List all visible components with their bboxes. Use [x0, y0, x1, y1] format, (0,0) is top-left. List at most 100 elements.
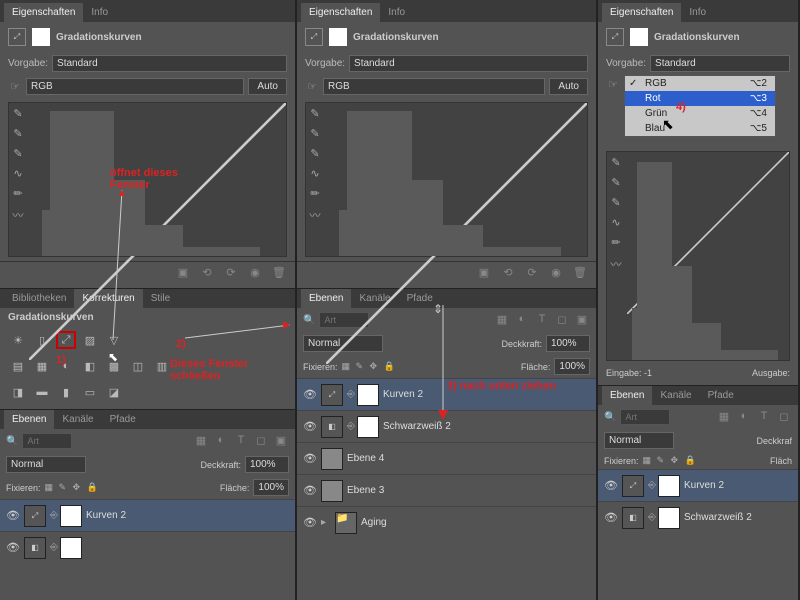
- invert-icon[interactable]: ◨: [8, 383, 28, 401]
- brightness-icon[interactable]: ☀: [8, 331, 28, 349]
- channel-dropdown[interactable]: RGB: [26, 78, 244, 95]
- visibility-toggle[interactable]: 👁: [303, 516, 317, 529]
- layer-filter-input[interactable]: [620, 409, 670, 425]
- filter-type-icon[interactable]: T: [756, 410, 772, 424]
- channel-option-blau[interactable]: Blau⌥5: [625, 121, 775, 136]
- opacity-input[interactable]: 100%: [245, 456, 289, 473]
- filter-pixel-icon[interactable]: ▦: [193, 434, 209, 448]
- filter-adj-icon[interactable]: ◐: [213, 434, 229, 448]
- visibility-toggle[interactable]: 👁: [303, 420, 317, 433]
- eyedropper-black-icon[interactable]: ✎: [11, 107, 25, 121]
- eyedropper-white-icon[interactable]: ✎: [11, 147, 25, 161]
- finger-icon[interactable]: ☞: [305, 80, 319, 94]
- finger-icon[interactable]: ☞: [8, 80, 22, 94]
- tab-info[interactable]: Info: [380, 3, 413, 22]
- visibility-toggle[interactable]: 👁: [303, 388, 317, 401]
- filter-pixel-icon[interactable]: ▦: [716, 410, 732, 424]
- drag-handle-icon: ⇕: [433, 302, 443, 316]
- wave-icon[interactable]: 〰: [609, 256, 623, 270]
- selective-color-icon[interactable]: ◪: [104, 383, 124, 401]
- posterize-icon[interactable]: ▬: [32, 383, 52, 401]
- curves-graph[interactable]: ✎ ✎ ✎ ∿ ✏ 〰: [305, 102, 588, 257]
- auto-button[interactable]: Auto: [549, 78, 588, 95]
- blend-mode-dropdown[interactable]: Normal: [6, 456, 86, 473]
- visibility-toggle[interactable]: 👁: [6, 509, 20, 522]
- eyedropper-white-icon[interactable]: ✎: [308, 147, 322, 161]
- layer-schwarzweiss2[interactable]: 👁 ◧ ⎆: [0, 531, 295, 563]
- lock-pixels-icon[interactable]: ▦: [643, 455, 655, 466]
- eyedropper-gray-icon[interactable]: ✎: [609, 176, 623, 190]
- lock-move-icon[interactable]: ✥: [73, 482, 85, 493]
- tab-ebenen[interactable]: Ebenen: [602, 386, 652, 405]
- auto-button[interactable]: Auto: [248, 78, 287, 95]
- preset-dropdown[interactable]: Standard: [52, 55, 287, 72]
- layer-aging[interactable]: 👁 ▸ 📁 Aging: [297, 506, 596, 538]
- filter-smart-icon[interactable]: ▣: [273, 434, 289, 448]
- channel-option-rgb[interactable]: ✓RGB⌥2: [625, 76, 775, 91]
- filter-shape-icon[interactable]: ◻: [776, 410, 792, 424]
- pencil-icon[interactable]: ✏: [308, 187, 322, 201]
- gradient-map-icon[interactable]: ▭: [80, 383, 100, 401]
- wave-icon[interactable]: 〰: [11, 207, 25, 221]
- lock-all-icon[interactable]: 🔒: [87, 482, 99, 493]
- visibility-toggle[interactable]: 👁: [303, 452, 317, 465]
- filter-shape-icon[interactable]: ◻: [253, 434, 269, 448]
- layer-filter-input[interactable]: [22, 433, 72, 449]
- visibility-toggle[interactable]: 👁: [604, 479, 618, 492]
- layer-schwarzweiss2[interactable]: 👁 ◧ ⎆ Schwarzweiß 2: [297, 410, 596, 442]
- visibility-toggle[interactable]: 👁: [6, 541, 20, 554]
- tab-info[interactable]: Info: [681, 3, 714, 22]
- lock-brush-icon[interactable]: ✎: [657, 455, 669, 466]
- adjustment-thumb: ⤢: [321, 384, 343, 406]
- eyedropper-gray-icon[interactable]: ✎: [11, 127, 25, 141]
- eyedropper-black-icon[interactable]: ✎: [308, 107, 322, 121]
- channel-option-gruen[interactable]: Grün⌥4: [625, 106, 775, 121]
- curve-tool-icon[interactable]: ∿: [308, 167, 322, 181]
- threshold-icon[interactable]: ▮: [56, 383, 76, 401]
- wave-icon[interactable]: 〰: [308, 207, 322, 221]
- channel-dropdown[interactable]: RGB: [323, 78, 545, 95]
- tab-eigenschaften[interactable]: Eigenschaften: [4, 3, 83, 22]
- visibility-toggle[interactable]: 👁: [303, 484, 317, 497]
- vibrance-icon[interactable]: ▤: [8, 357, 28, 375]
- mask-thumb: [60, 505, 82, 527]
- lock-all-icon[interactable]: 🔒: [685, 455, 697, 466]
- fill-input[interactable]: 100%: [253, 479, 289, 496]
- tab-pfade[interactable]: Pfade: [102, 410, 144, 429]
- visibility-toggle[interactable]: 👁: [604, 511, 618, 524]
- layer-kurven2[interactable]: 👁 ⤢ ⎆ Kurven 2: [598, 469, 798, 501]
- fill-label: Fläche:: [220, 483, 250, 493]
- eyedropper-black-icon[interactable]: ✎: [609, 156, 623, 170]
- channel-dropdown-open[interactable]: ✓RGB⌥2 Rot⌥3 Grün⌥4 Blau⌥5: [624, 75, 776, 137]
- tab-info[interactable]: Info: [83, 3, 116, 22]
- channel-option-rot[interactable]: Rot⌥3: [625, 91, 775, 106]
- layer-kurven2[interactable]: 👁 ⤢ ⎆ Kurven 2: [0, 499, 295, 531]
- curves-graph[interactable]: ✎ ✎ ✎ ∿ ✏ 〰: [606, 151, 790, 361]
- preset-dropdown[interactable]: Standard: [349, 55, 588, 72]
- curve-tool-icon[interactable]: ∿: [609, 216, 623, 230]
- tab-pfade[interactable]: Pfade: [700, 386, 742, 405]
- tab-eigenschaften[interactable]: Eigenschaften: [602, 3, 681, 22]
- tab-kanaele[interactable]: Kanäle: [652, 386, 699, 405]
- layer-schwarzweiss2[interactable]: 👁 ◧ ⎆ Schwarzweiß 2: [598, 501, 798, 533]
- tab-ebenen[interactable]: Ebenen: [4, 410, 54, 429]
- pencil-icon[interactable]: ✏: [11, 187, 25, 201]
- layer-kurven2[interactable]: 👁 ⤢ ⎆ Kurven 2: [297, 378, 596, 410]
- blend-mode-dropdown[interactable]: Normal: [604, 432, 674, 449]
- layer-ebene4[interactable]: 👁 Ebene 4: [297, 442, 596, 474]
- filter-type-icon[interactable]: T: [233, 434, 249, 448]
- lock-brush-icon[interactable]: ✎: [59, 482, 71, 493]
- tab-kanaele[interactable]: Kanäle: [54, 410, 101, 429]
- tab-eigenschaften[interactable]: Eigenschaften: [301, 3, 380, 22]
- lock-move-icon[interactable]: ✥: [671, 455, 683, 466]
- layer-ebene3[interactable]: 👁 Ebene 3: [297, 474, 596, 506]
- filter-adj-icon[interactable]: ◐: [736, 410, 752, 424]
- finger-icon[interactable]: ☞: [606, 78, 620, 92]
- curves-graph[interactable]: ✎ ✎ ✎ ∿ ✏ 〰: [8, 102, 287, 257]
- pencil-icon[interactable]: ✏: [609, 236, 623, 250]
- preset-dropdown[interactable]: Standard: [650, 55, 790, 72]
- eyedropper-gray-icon[interactable]: ✎: [308, 127, 322, 141]
- curve-tool-icon[interactable]: ∿: [11, 167, 25, 181]
- eyedropper-white-icon[interactable]: ✎: [609, 196, 623, 210]
- lock-pixels-icon[interactable]: ▦: [45, 482, 57, 493]
